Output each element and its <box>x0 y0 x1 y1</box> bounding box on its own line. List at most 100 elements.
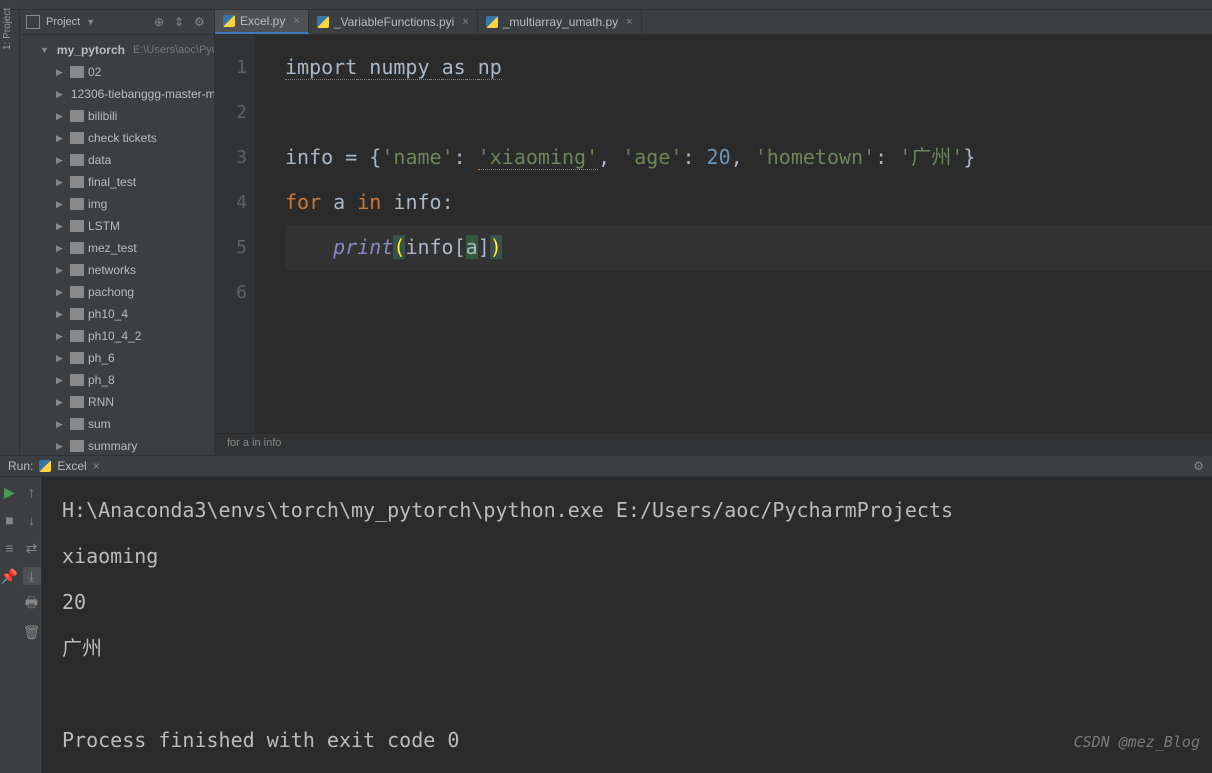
run-config-name[interactable]: Excel <box>57 459 86 473</box>
print-button[interactable]: 🖶 <box>23 595 41 613</box>
chevron-right-icon[interactable]: ▶ <box>56 221 66 232</box>
tree-root-label: my_pytorch <box>57 43 125 57</box>
collapse-icon[interactable]: ⇕ <box>174 15 188 29</box>
tree-folder[interactable]: ▶ sum <box>20 413 214 435</box>
tab-excel[interactable]: Excel.py × <box>215 10 309 34</box>
chevron-right-icon[interactable]: ▶ <box>56 133 66 144</box>
chevron-right-icon[interactable]: ▶ <box>56 331 66 342</box>
tree-folder[interactable]: ▶ 02 <box>20 61 214 83</box>
tree-folder[interactable]: ▶networks <box>20 259 214 281</box>
tree-folder[interactable]: ▶ summary <box>20 435 214 455</box>
chevron-right-icon[interactable]: ▶ <box>56 353 66 364</box>
chevron-right-icon[interactable]: ▶ <box>56 177 66 188</box>
tree-folder[interactable]: ▶ph_8 <box>20 369 214 391</box>
line-number: 6 <box>215 270 247 315</box>
target-icon[interactable]: ⊕ <box>154 15 168 29</box>
close-icon[interactable]: × <box>93 459 100 473</box>
layout-button[interactable]: ≡ <box>1 539 19 557</box>
tree-folder-label: mez_test <box>88 241 137 255</box>
tree-folder-label: sum <box>88 417 111 431</box>
tree-folder[interactable]: ▶ mez_test <box>20 237 214 259</box>
tree-folder[interactable]: ▶ph_6 <box>20 347 214 369</box>
console-output[interactable]: H:\Anaconda3\envs\torch\my_pytorch\pytho… <box>42 477 1212 773</box>
tree-folder[interactable]: ▶ bilibili <box>20 105 214 127</box>
project-stripe-label[interactable]: 1: Project <box>2 8 13 50</box>
code-line-3: info = {'name': 'xiaoming', 'age': 20, '… <box>285 135 1212 180</box>
gear-icon[interactable]: ⚙ <box>1193 459 1204 473</box>
tree-folder[interactable]: ▶LSTM <box>20 215 214 237</box>
tree-folder-label: 12306-tiebanggg-master-m <box>71 87 214 101</box>
tab-label: Excel.py <box>240 14 285 28</box>
folder-icon <box>70 308 84 320</box>
chevron-down-icon[interactable]: ▼ <box>40 45 49 55</box>
chevron-right-icon[interactable]: ▶ <box>56 89 63 100</box>
folder-icon <box>70 66 84 78</box>
line-number: 1 <box>215 45 247 90</box>
tab-label: _VariableFunctions.pyi <box>334 15 455 29</box>
folder-icon <box>70 374 84 386</box>
up-button[interactable]: ↑ <box>23 483 41 501</box>
tree-folder-label: ph10_4_2 <box>88 329 141 343</box>
chevron-right-icon[interactable]: ▶ <box>56 111 66 122</box>
chevron-right-icon[interactable]: ▶ <box>56 199 66 210</box>
code-line-2 <box>285 90 1212 135</box>
run-label: Run: <box>8 459 33 473</box>
close-icon[interactable]: × <box>626 16 632 28</box>
tree-root[interactable]: ▼ my_pytorch E:\Users\aoc\Pyc <box>20 39 214 61</box>
wrap-button[interactable]: ⇄ <box>23 539 41 557</box>
chevron-right-icon[interactable]: ▶ <box>56 67 66 78</box>
rerun-button[interactable]: ▶ <box>1 483 19 501</box>
tree-folder[interactable]: ▶ 12306-tiebanggg-master-m <box>20 83 214 105</box>
chevron-right-icon[interactable]: ▶ <box>56 287 66 298</box>
project-dropdown[interactable]: Project <box>46 16 80 28</box>
chevron-right-icon[interactable]: ▶ <box>56 243 66 254</box>
gear-icon[interactable]: ⚙ <box>194 15 208 29</box>
close-icon[interactable]: × <box>293 15 299 27</box>
project-panel: Project ▼ ⊕ ⇕ ⚙ ▼ my_pytorch E:\Users\ao… <box>20 10 215 455</box>
pin-button[interactable]: 📌 <box>1 567 19 585</box>
chevron-right-icon[interactable]: ▶ <box>56 397 66 408</box>
down-button[interactable]: ↓ <box>23 511 41 529</box>
structure-stripe-label[interactable]: 7: Structure <box>0 711 2 763</box>
tree-folder-label: bilibili <box>88 109 117 123</box>
scroll-button[interactable]: ⤓ <box>23 567 41 585</box>
tree-folder-label: img <box>88 197 107 211</box>
line-number: 4 <box>215 180 247 225</box>
tab-multiarray[interactable]: _multiarray_umath.py × <box>478 10 642 34</box>
tree-folder-label: summary <box>88 439 137 453</box>
folder-icon <box>70 286 84 298</box>
trash-button[interactable]: 🗑 <box>23 623 41 641</box>
chevron-right-icon[interactable]: ▶ <box>56 309 66 320</box>
tree-folder[interactable]: ▶RNN <box>20 391 214 413</box>
editor-body[interactable]: 1 2 3 4 5 6 import numpy as np info = {'… <box>215 35 1212 433</box>
console-line: H:\Anaconda3\envs\torch\my_pytorch\pytho… <box>62 498 953 522</box>
chevron-right-icon[interactable]: ▶ <box>56 265 66 276</box>
tree-folder[interactable]: ▶ ph10_4_2 <box>20 325 214 347</box>
left-stripe-bottom: 7: Structure <box>0 673 20 773</box>
tree-folder-label: data <box>88 153 111 167</box>
tree-folder[interactable]: ▶pachong <box>20 281 214 303</box>
chevron-right-icon[interactable]: ▶ <box>56 419 66 430</box>
code-line-4: for a in info: <box>285 180 1212 225</box>
tree-folder-label: 02 <box>88 65 101 79</box>
tree-folder[interactable]: ▶final_test <box>20 171 214 193</box>
blank1 <box>1 595 19 613</box>
python-icon <box>317 16 329 28</box>
chevron-right-icon[interactable]: ▶ <box>56 375 66 386</box>
editor-breadcrumb[interactable]: for a in info <box>215 433 1212 455</box>
line-gutter: 1 2 3 4 5 6 <box>215 35 255 433</box>
tree-folder[interactable]: ▶ph10_4 <box>20 303 214 325</box>
code-content[interactable]: import numpy as np info = {'name': 'xiao… <box>255 35 1212 433</box>
stop-button[interactable]: ■ <box>1 511 19 529</box>
tree-folder[interactable]: ▶ img <box>20 193 214 215</box>
chevron-down-icon[interactable]: ▼ <box>86 17 95 27</box>
main-container: 1: Project Project ▼ ⊕ ⇕ ⚙ ▼ my_pytorch … <box>0 10 1212 455</box>
folder-icon <box>70 154 84 166</box>
close-icon[interactable]: × <box>462 16 468 28</box>
tab-variablefunctions[interactable]: _VariableFunctions.pyi × <box>309 10 478 34</box>
breadcrumb-bar <box>0 0 1212 10</box>
tree-folder[interactable]: ▶check tickets <box>20 127 214 149</box>
chevron-right-icon[interactable]: ▶ <box>56 441 66 452</box>
tree-folder[interactable]: ▶ data <box>20 149 214 171</box>
chevron-right-icon[interactable]: ▶ <box>56 155 66 166</box>
